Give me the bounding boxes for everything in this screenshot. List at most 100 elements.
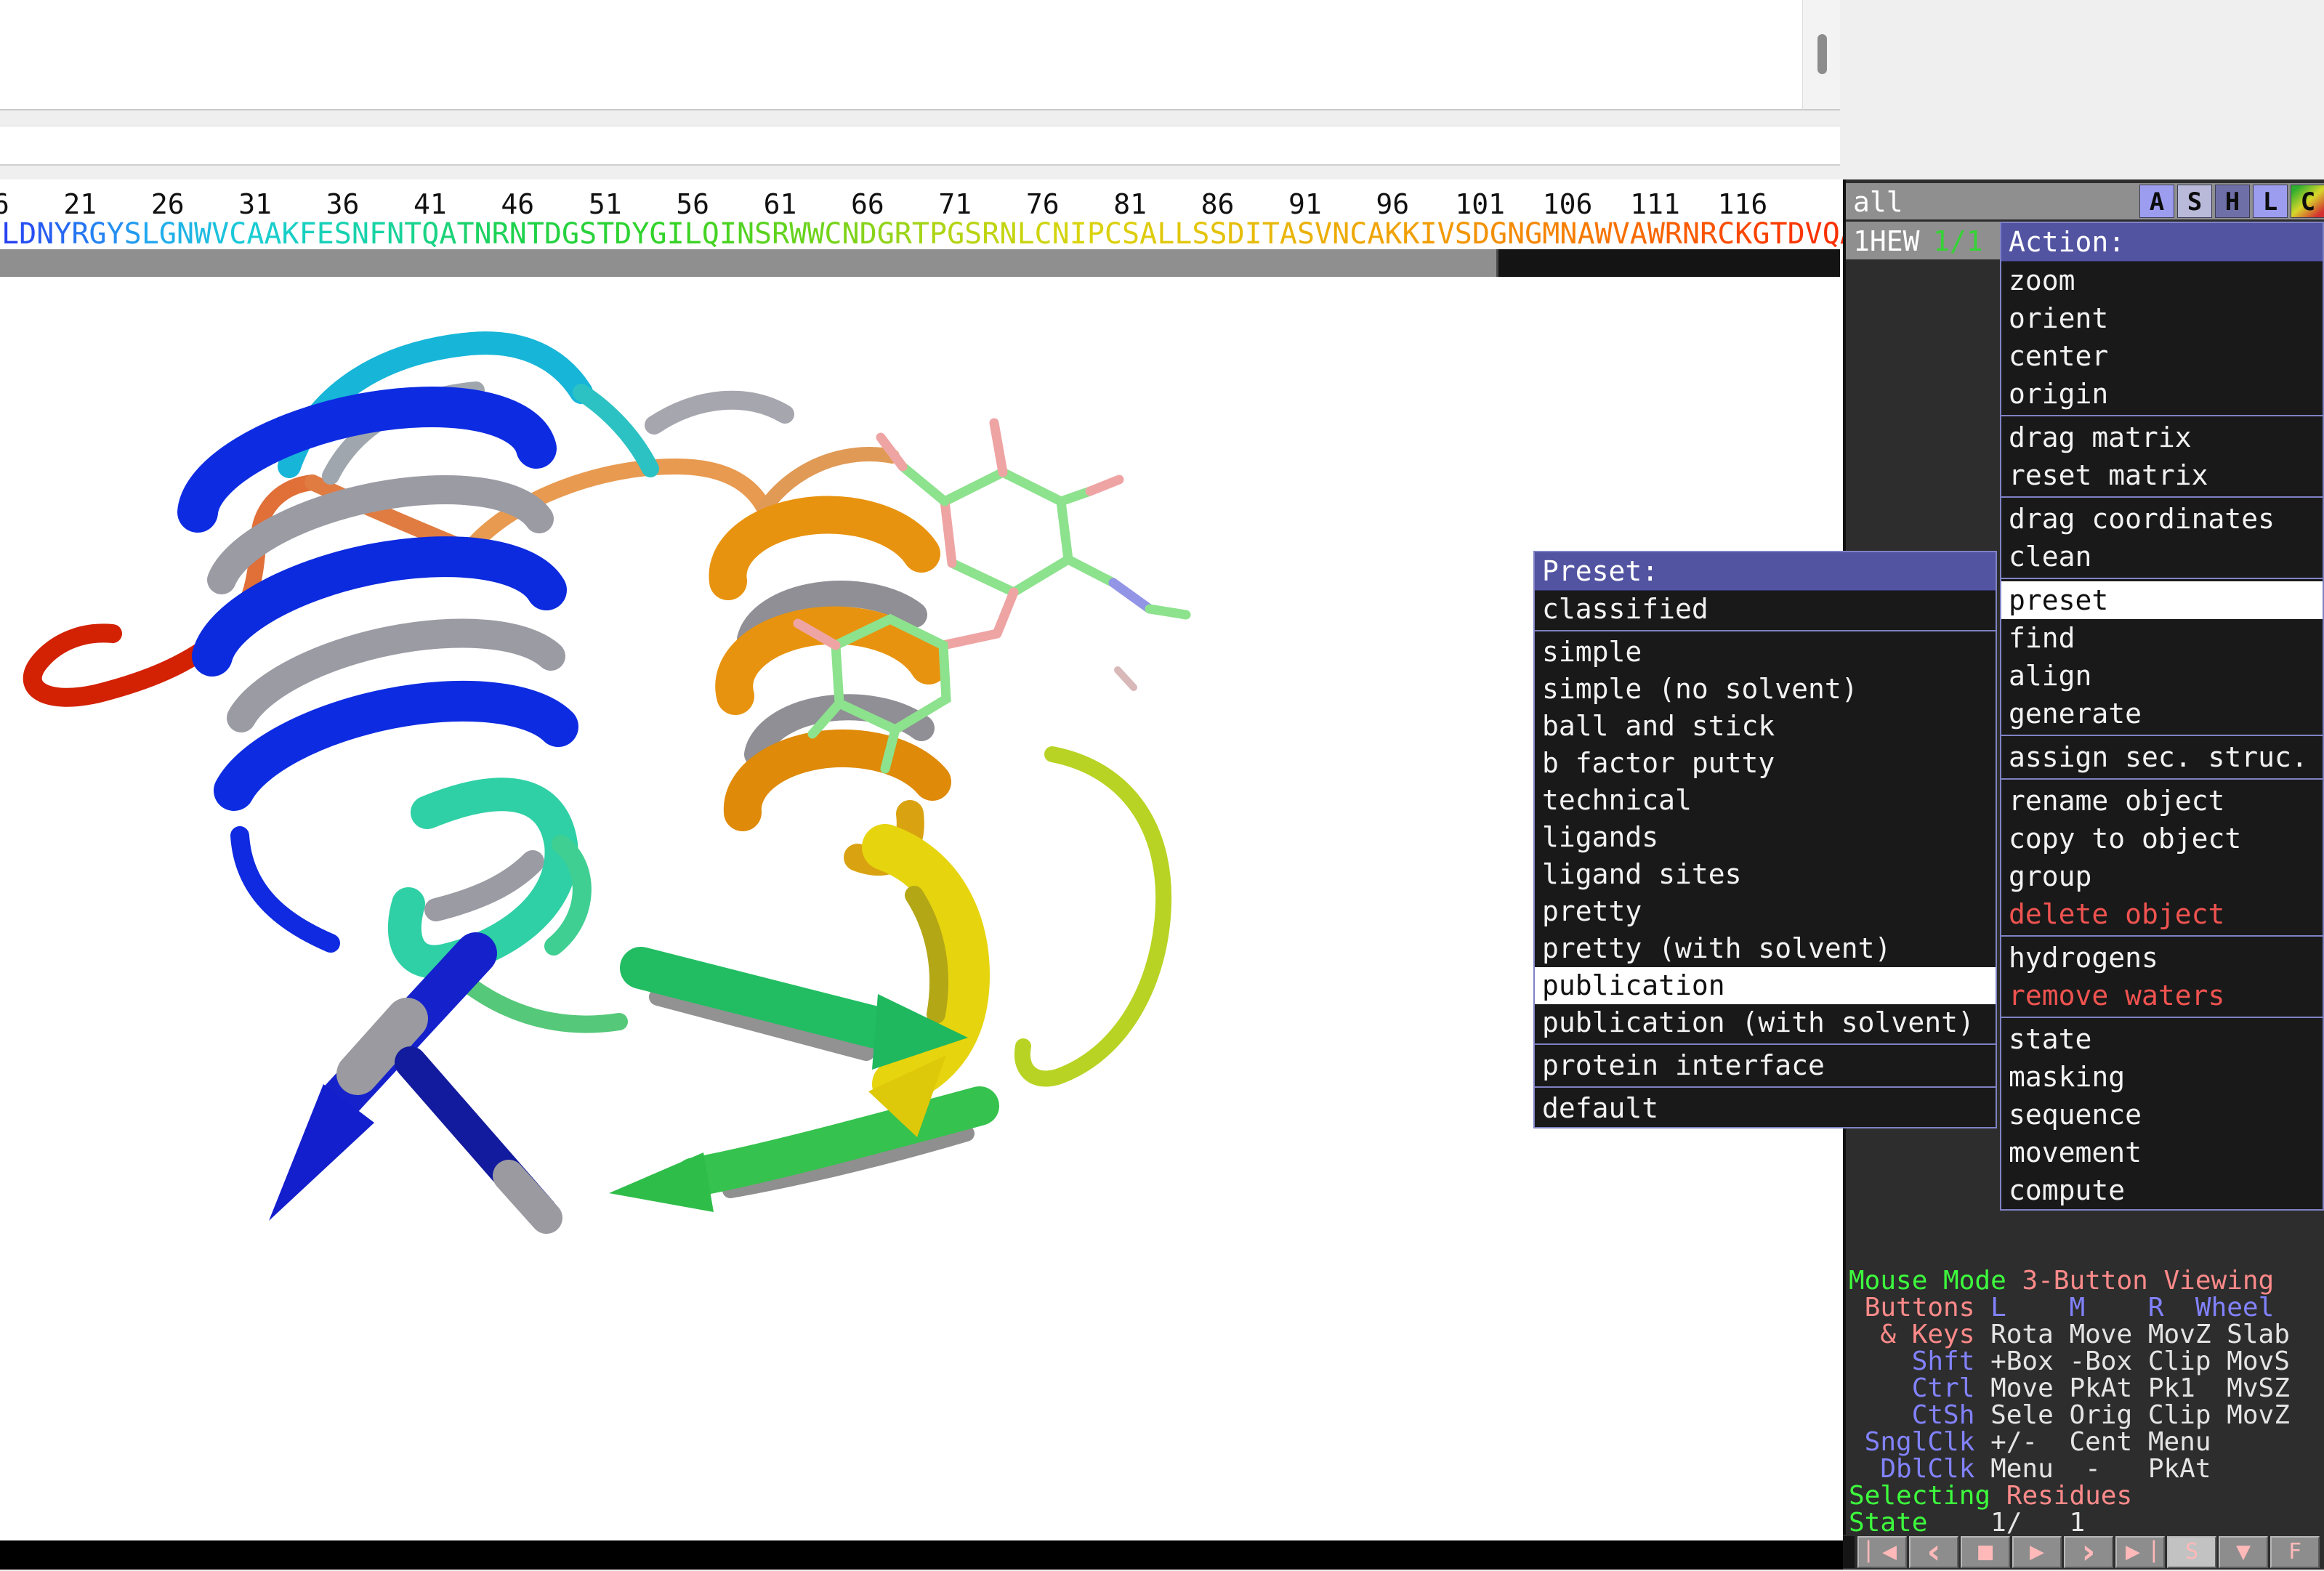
residue[interactable]: S bbox=[1192, 217, 1209, 251]
preset-menu-item-publication-with-solvent-[interactable]: publication (with solvent) bbox=[1535, 1004, 1996, 1041]
residue[interactable]: R bbox=[772, 217, 789, 251]
residue[interactable]: G bbox=[562, 217, 579, 251]
action-menu-item-sequence[interactable]: sequence bbox=[2001, 1096, 2323, 1134]
residue[interactable]: T bbox=[597, 217, 614, 251]
residue[interactable]: N bbox=[177, 217, 194, 251]
residue[interactable]: N bbox=[842, 217, 860, 251]
residue[interactable]: A bbox=[1139, 217, 1157, 251]
residue[interactable]: Q bbox=[702, 217, 719, 251]
preset-menu-item-classified[interactable]: classified bbox=[1535, 591, 1996, 628]
residue[interactable]: G bbox=[877, 217, 895, 251]
preset-menu-item-ligand-sites[interactable]: ligand sites bbox=[1535, 856, 1996, 893]
residue[interactable]: W bbox=[194, 217, 211, 251]
sequence-scrollbar-thumb[interactable] bbox=[0, 249, 1498, 277]
step-back-button[interactable]: ‹ bbox=[1909, 1536, 1958, 1568]
action-menu-item-align[interactable]: align bbox=[2001, 657, 2323, 695]
residue[interactable]: K bbox=[282, 217, 299, 251]
residue[interactable]: S bbox=[124, 217, 142, 251]
preset-menu-item-publication[interactable]: publication bbox=[1535, 967, 1996, 1004]
action-menu-item-find[interactable]: find bbox=[2001, 619, 2323, 657]
residue[interactable]: I bbox=[1070, 217, 1087, 251]
action-menu-item-assign-sec-struc-[interactable]: assign sec. struc. bbox=[2001, 738, 2323, 776]
action-menu-item-state[interactable]: state bbox=[2001, 1020, 2323, 1058]
residue[interactable]: C bbox=[824, 217, 842, 251]
action-menu-item-clean[interactable]: clean bbox=[2001, 538, 2323, 576]
residue[interactable]: F bbox=[299, 217, 317, 251]
residue[interactable]: K bbox=[1735, 217, 1752, 251]
preset-menu-item-b-factor-putty[interactable]: b factor putty bbox=[1535, 745, 1996, 782]
a-panel-button[interactable]: A bbox=[2139, 185, 2174, 218]
command-scrollbar-track[interactable] bbox=[1802, 0, 1840, 110]
residue[interactable]: S bbox=[1455, 217, 1472, 251]
residue[interactable]: I bbox=[667, 217, 685, 251]
action-menu-item-origin[interactable]: origin bbox=[2001, 375, 2323, 413]
residue[interactable]: R bbox=[982, 217, 999, 251]
residue[interactable]: N bbox=[737, 217, 754, 251]
residue[interactable]: K bbox=[1384, 217, 1402, 251]
action-menu-item-masking[interactable]: masking bbox=[2001, 1058, 2323, 1096]
residue[interactable]: T bbox=[404, 217, 421, 251]
l-panel-button[interactable]: L bbox=[2253, 185, 2288, 218]
residue[interactable]: S bbox=[964, 217, 982, 251]
s-button[interactable]: S bbox=[2167, 1536, 2216, 1568]
residue[interactable]: T bbox=[456, 217, 474, 251]
residue[interactable]: A bbox=[246, 217, 264, 251]
residue[interactable]: A bbox=[439, 217, 456, 251]
object-row-1hew[interactable]: 1HEW 1/1 bbox=[1846, 222, 2000, 259]
residue[interactable]: D bbox=[544, 217, 562, 251]
residue[interactable]: N bbox=[352, 217, 369, 251]
skip-end-button[interactable]: ▶▕ bbox=[2115, 1536, 2165, 1568]
preset-menu-item-pretty[interactable]: pretty bbox=[1535, 893, 1996, 930]
residue[interactable]: W bbox=[807, 217, 824, 251]
residue[interactable]: R bbox=[492, 217, 509, 251]
residue[interactable]: R bbox=[895, 217, 912, 251]
preset-menu-item-default[interactable]: default bbox=[1535, 1090, 1996, 1127]
action-menu-item-group[interactable]: group bbox=[2001, 857, 2323, 895]
residue[interactable]: C bbox=[1105, 217, 1122, 251]
residue[interactable]: D bbox=[860, 217, 877, 251]
residue[interactable]: S bbox=[1122, 217, 1139, 251]
residue[interactable]: S bbox=[754, 217, 772, 251]
selection-row-all[interactable]: all ASHLC bbox=[1846, 183, 2324, 219]
residue[interactable]: K bbox=[1403, 217, 1420, 251]
action-menu-item-zoom[interactable]: zoom bbox=[2001, 262, 2323, 299]
sequence-scrollbar-track[interactable] bbox=[0, 249, 1840, 277]
preset-menu-item-ligands[interactable]: ligands bbox=[1535, 819, 1996, 856]
residue[interactable]: S bbox=[1297, 217, 1315, 251]
residue[interactable]: N bbox=[1682, 217, 1700, 251]
residue[interactable]: N bbox=[1507, 217, 1525, 251]
residue[interactable]: R bbox=[1700, 217, 1717, 251]
residue[interactable]: P bbox=[1087, 217, 1105, 251]
action-menu-item-generate[interactable]: generate bbox=[2001, 695, 2323, 732]
residue[interactable]: A bbox=[1577, 217, 1594, 251]
residue[interactable]: S bbox=[1209, 217, 1227, 251]
residue[interactable]: C bbox=[1035, 217, 1052, 251]
residue[interactable]: T bbox=[527, 217, 544, 251]
residue[interactable]: Q bbox=[421, 217, 439, 251]
h-panel-button[interactable]: H bbox=[2215, 185, 2250, 218]
residue[interactable]: D bbox=[1788, 217, 1805, 251]
preset-menu-item-simple[interactable]: simple bbox=[1535, 634, 1996, 671]
preset-menu-item-protein-interface[interactable]: protein interface bbox=[1535, 1047, 1996, 1084]
residue[interactable]: N bbox=[509, 217, 527, 251]
residue[interactable]: C bbox=[1717, 217, 1735, 251]
preset-menu-item-ball-and-stick[interactable]: ball and stick bbox=[1535, 708, 1996, 745]
residue[interactable]: V bbox=[1437, 217, 1455, 251]
residue[interactable]: Q bbox=[1823, 217, 1840, 251]
residue[interactable]: M bbox=[1542, 217, 1560, 251]
residue[interactable]: W bbox=[1595, 217, 1613, 251]
residue[interactable]: V bbox=[1315, 217, 1332, 251]
action-menu-item-preset[interactable]: preset bbox=[2001, 581, 2323, 619]
action-menu-item-drag-coordinates[interactable]: drag coordinates bbox=[2001, 500, 2323, 538]
preset-menu-item-technical[interactable]: technical bbox=[1535, 782, 1996, 819]
action-menu-item-reset-matrix[interactable]: reset matrix bbox=[2001, 456, 2323, 494]
residue[interactable]: N bbox=[999, 217, 1017, 251]
residue[interactable]: T bbox=[1262, 217, 1280, 251]
residue[interactable]: I bbox=[1420, 217, 1437, 251]
residue[interactable]: Y bbox=[107, 217, 124, 251]
residue[interactable]: D bbox=[614, 217, 632, 251]
residue[interactable]: N bbox=[1052, 217, 1070, 251]
action-menu-item-delete-object[interactable]: delete object bbox=[2001, 895, 2323, 933]
residue[interactable]: W bbox=[1647, 217, 1665, 251]
residue[interactable]: D bbox=[1227, 217, 1245, 251]
